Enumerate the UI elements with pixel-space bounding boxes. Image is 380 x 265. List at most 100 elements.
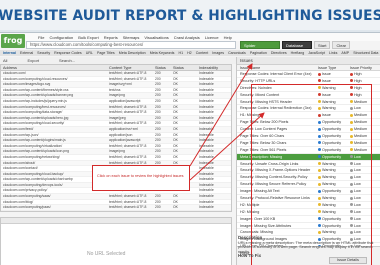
table-cell: 200 — [155, 199, 161, 204]
storage-mode-button[interactable]: Database — [282, 41, 312, 49]
table-cell: cloudcom.com/computing/virtualization/ — [3, 143, 63, 148]
table-cell: 200 — [155, 104, 161, 109]
filter-select[interactable]: All — [3, 57, 7, 64]
table-cell: application/json — [109, 132, 133, 137]
spider-mode-button[interactable]: Spider — [240, 41, 280, 49]
menu-item[interactable]: Configuration — [49, 35, 73, 40]
table-cell: application/javascript — [109, 138, 141, 143]
tab[interactable]: H2 — [187, 50, 192, 56]
table-cell: 200 — [155, 138, 161, 143]
col-content-type[interactable]: Content Type — [109, 65, 155, 70]
export-button[interactable]: Export — [27, 57, 39, 64]
table-cell: 200 — [155, 126, 161, 131]
menu-item[interactable]: File — [38, 35, 44, 40]
table-cell: Indexable — [199, 76, 214, 81]
table-cell: OK — [173, 199, 178, 204]
menu-item[interactable]: Visualisations — [144, 35, 168, 40]
issue-type-dot-icon — [318, 79, 321, 83]
tab[interactable]: Canonicals — [228, 50, 246, 56]
menu-item[interactable]: Reports — [104, 35, 118, 40]
menu-item[interactable]: Licence — [205, 35, 219, 40]
tab[interactable]: Links — [329, 50, 337, 56]
table-cell: Indexable — [199, 194, 214, 199]
tab[interactable]: Page Titles — [97, 50, 115, 56]
lower-tabs — [1, 218, 231, 224]
tab[interactable]: JavaScript — [308, 50, 325, 56]
table-cell: OK — [173, 93, 178, 98]
how-to-fix-heading: How To Fix — [238, 253, 262, 259]
menu-item[interactable]: Help — [224, 35, 232, 40]
tab[interactable]: AMP — [341, 50, 349, 56]
table-cell: OK — [173, 143, 178, 148]
table-cell: OK — [173, 110, 178, 115]
table-row[interactable]: cloudcom.com/computing/paas/text/html; c… — [1, 205, 231, 211]
table-cell: Indexable — [199, 98, 214, 103]
tab[interactable]: Pagination — [250, 50, 267, 56]
table-cell: cloudcom.com/images/logo.svg — [3, 82, 51, 87]
url-input[interactable]: https://www.cloudcom.com/tools/computing… — [26, 41, 236, 49]
table-cell: cloudcom.com/blog/ — [3, 199, 34, 204]
table-cell: text/html; charset=UTF-8 — [109, 104, 147, 109]
table-cell: cloudcom.com/computing/cloud-resources/ — [3, 76, 68, 81]
table-cell: OK — [173, 104, 178, 109]
table-cell: OK — [173, 121, 178, 126]
tab[interactable]: Images — [212, 50, 224, 56]
table-cell: Indexable — [199, 149, 214, 154]
menu-item[interactable]: Crawl Analysis — [174, 35, 200, 40]
table-cell: Indexable — [199, 110, 214, 115]
table-cell: cloudcom.com/wp-content/uploads/banner.p… — [3, 93, 74, 98]
table-cell: OK — [173, 138, 178, 143]
tab[interactable]: Structured Data — [353, 50, 378, 56]
table-cell: Indexable — [199, 82, 214, 87]
table-cell: application/javascript — [109, 98, 141, 103]
start-button[interactable]: Start — [314, 41, 331, 49]
clear-button[interactable]: Clear — [332, 41, 351, 49]
table-cell: 200 — [155, 154, 161, 159]
tab[interactable]: URL — [86, 50, 93, 56]
banner: WEBSITE AUDIT REPORT & HIGHLIGHTING ISSU… — [0, 0, 380, 30]
issue-priority: High — [350, 71, 380, 78]
menu-item[interactable]: Sitemaps — [123, 35, 140, 40]
table-cell: Indexable — [199, 115, 214, 120]
tab[interactable]: Meta Description — [119, 50, 146, 56]
table-cell: Indexable — [199, 104, 214, 109]
table-cell: 200 — [155, 205, 161, 210]
table-cell: 200 — [155, 194, 161, 199]
tab[interactable]: Directives — [271, 50, 287, 56]
table-cell: text/html; charset=UTF-8 — [109, 154, 147, 159]
issue-type-label: Issue — [322, 72, 331, 76]
table-cell: Indexable — [199, 143, 214, 148]
description-body: URLs missing a meta description. The met… — [238, 240, 374, 254]
tab[interactable]: Content — [196, 50, 209, 56]
toolbar: Spider Database Start Clear — [240, 41, 351, 49]
tab[interactable]: Internal — [3, 50, 16, 56]
priority-dot-icon — [350, 72, 353, 76]
col-address[interactable]: Address — [1, 65, 109, 70]
table-cell: 200 — [155, 115, 161, 120]
page-title: WEBSITE AUDIT REPORT & HIGHLIGHTING ISSU… — [0, 6, 380, 24]
table-cell: OK — [173, 149, 178, 154]
search-input[interactable]: Search... — [59, 57, 75, 64]
menu-item[interactable]: Bulk Export — [78, 35, 98, 40]
tab[interactable]: Response Codes — [54, 50, 82, 56]
tab[interactable]: Security — [37, 50, 50, 56]
issue-type-label: Issue — [322, 78, 331, 83]
table-cell: 200 — [155, 98, 161, 103]
table-cell: 200 — [155, 71, 161, 75]
table-cell: OK — [173, 76, 178, 81]
annotation-box: Click on each issue to review the highli… — [92, 165, 190, 191]
table-cell: text/css — [109, 87, 121, 92]
tab[interactable]: Meta Keywords — [150, 50, 175, 56]
col-indexability[interactable]: Indexability — [199, 65, 229, 70]
table-cell: cloudcom.com/wp-content/themes/style.css — [3, 87, 69, 92]
tab[interactable]: H1 — [178, 50, 183, 56]
col-status[interactable]: Status — [173, 65, 199, 70]
tab[interactable]: External — [20, 50, 33, 56]
table-cell: text/html; charset=UTF-8 — [109, 194, 147, 199]
tab[interactable]: Hreflang — [291, 50, 305, 56]
issue-type: Issue — [318, 71, 348, 78]
issue-row[interactable]: Response Codes: Internal Client Error (4… — [237, 71, 380, 78]
col-status-code[interactable]: Status Code — [155, 65, 173, 70]
issues-panel-title[interactable]: Issues — [237, 57, 380, 65]
main-tabs: Internal External Security Response Codes UR… — [0, 50, 380, 56]
